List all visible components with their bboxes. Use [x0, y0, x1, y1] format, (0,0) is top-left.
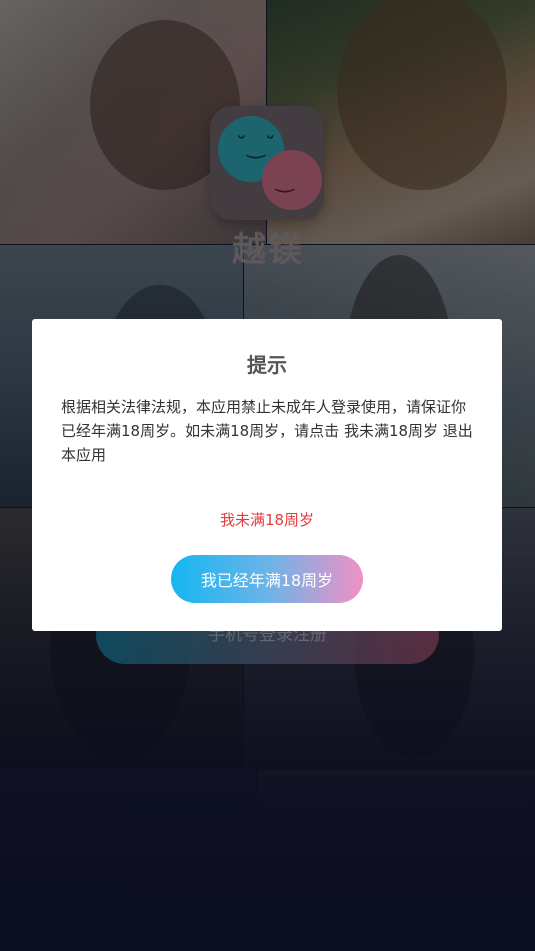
age-verification-dialog: 提示 根据相关法律法规，本应用禁止未成年人登录使用，请保证你已经年满18周岁。如… — [32, 319, 502, 631]
confirm-adult-button[interactable]: 我已经年满18周岁 — [171, 555, 363, 603]
dialog-title: 提示 — [247, 353, 287, 377]
dialog-message: 根据相关法律法规，本应用禁止未成年人登录使用，请保证你已经年满18周岁。如未满1… — [61, 398, 473, 464]
underage-exit-button[interactable]: 我未满18周岁 — [32, 509, 502, 530]
